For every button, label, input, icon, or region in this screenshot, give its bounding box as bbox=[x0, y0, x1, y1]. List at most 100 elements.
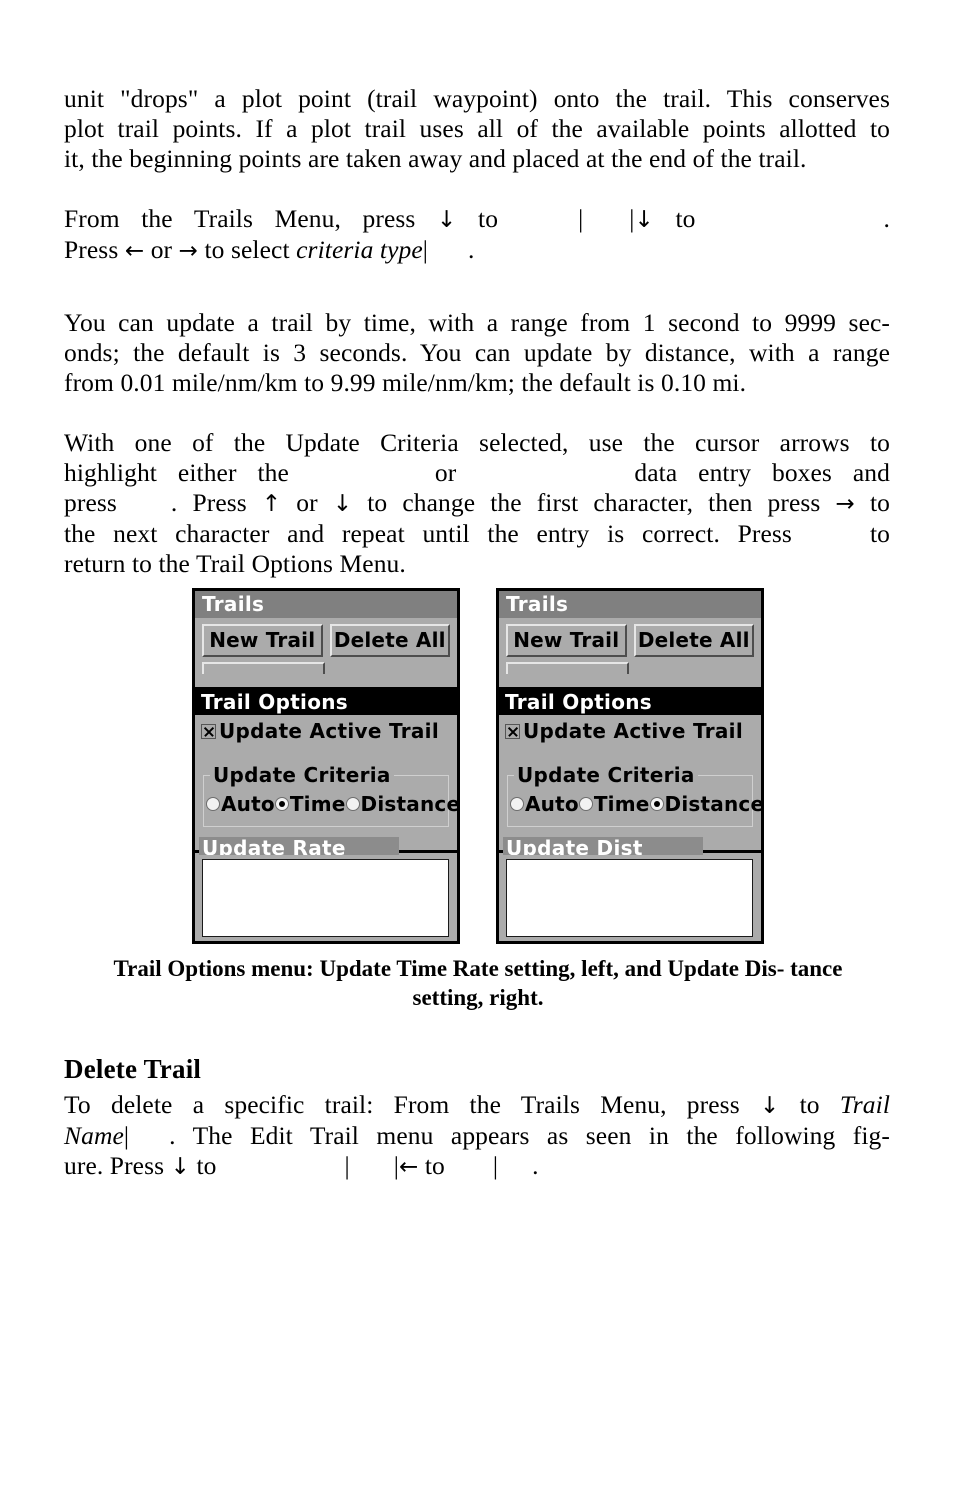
update-criteria-group: Update Criteria Auto Time Distance bbox=[203, 763, 457, 827]
paragraph-line: highlight either the or data entry boxes a… bbox=[64, 458, 890, 488]
text-fragment: to bbox=[799, 1090, 820, 1119]
text-fragment: to bbox=[424, 1151, 445, 1180]
partial-button[interactable] bbox=[506, 662, 629, 674]
paragraph-line: it, the beginning points are taken away … bbox=[64, 144, 807, 173]
update-criteria-legend: Update Criteria bbox=[514, 763, 698, 787]
section-heading-delete-trail: Delete Trail bbox=[64, 1054, 202, 1084]
text-fragment: to change the first character, then pres… bbox=[367, 488, 821, 517]
text-fragment: To delete a specific trail: From the Tra… bbox=[64, 1090, 740, 1119]
radio-icon[interactable] bbox=[578, 797, 593, 811]
text-fragment: . bbox=[883, 204, 890, 233]
text-fragment: . bbox=[532, 1151, 539, 1180]
radio-icon-selected[interactable] bbox=[274, 797, 289, 811]
update-active-trail-label: Update Active Trail bbox=[523, 719, 743, 743]
partial-button-blank bbox=[332, 662, 451, 674]
partial-button[interactable] bbox=[202, 662, 325, 674]
text-fragment: . bbox=[468, 235, 475, 264]
down-arrow-icon: ↓ bbox=[759, 1093, 780, 1119]
paragraph-line: from 0.01 mile/nm/km to 9.99 mile/nm/km;… bbox=[64, 368, 747, 397]
paragraph-line: plot trail points. If a plot trail uses … bbox=[64, 114, 890, 143]
pipe-separator: | bbox=[123, 1121, 130, 1150]
text-fragment: highlight either the bbox=[64, 458, 289, 487]
radio-option-auto[interactable]: Auto bbox=[510, 792, 579, 816]
paragraph-delete-trail-steps-wrap: To delete a specific trail: From the Tra… bbox=[64, 1090, 890, 1182]
subpanel-title-bar: Trail Options bbox=[195, 689, 457, 715]
radio-option-auto[interactable]: Auto bbox=[206, 792, 275, 816]
text-fragment: . The Edit Trail menu appears as seen in… bbox=[169, 1121, 890, 1150]
text-fragment: or bbox=[434, 458, 457, 487]
paragraph-line: press . Press ↑ or ↓ to change the first … bbox=[64, 488, 890, 519]
paragraph-line: onds; the default is 3 seconds. You can … bbox=[64, 338, 890, 367]
caption-line: Trail Options menu: Update Time Rate set… bbox=[113, 956, 785, 981]
paragraph-line: From the Trails Menu, press ↓ to | |↓ to. bbox=[64, 204, 890, 235]
page-text-content: unit "drops" a plot point (trail waypoin… bbox=[64, 84, 890, 579]
pipe-separator: | bbox=[578, 204, 584, 233]
new-trail-button[interactable]: New Trail bbox=[202, 624, 323, 657]
trail-options-subpanel: Trail Options Update Active Trail Update… bbox=[195, 687, 457, 889]
update-active-trail-row[interactable]: Update Active Trail bbox=[499, 715, 761, 743]
device-titlebar: Trails bbox=[195, 591, 457, 618]
device-button-row-partial bbox=[499, 657, 761, 674]
device-titlebar: Trails bbox=[499, 591, 761, 618]
paragraph-delete-trail-steps: To delete a specific trail: From the Tra… bbox=[64, 1090, 890, 1182]
paragraph-criteria-entry: With one of the Update Criteria selected… bbox=[64, 428, 890, 579]
up-arrow-icon: ↑ bbox=[261, 491, 282, 517]
paragraph-line: the next character and repeat until the … bbox=[64, 519, 890, 549]
checkbox-x-icon[interactable] bbox=[505, 723, 520, 739]
figure-caption: Trail Options menu: Update Time Rate set… bbox=[84, 954, 872, 1012]
radio-option-distance[interactable]: Distance bbox=[345, 792, 460, 816]
text-fragment: to bbox=[196, 1151, 217, 1180]
paragraph-line: You can update a trail by time, with a r… bbox=[64, 308, 890, 337]
text-fragment: From the Trails Menu, press bbox=[64, 204, 416, 233]
subpanel-title-bar: Trail Options bbox=[499, 689, 761, 715]
radio-icon-selected[interactable] bbox=[649, 797, 664, 811]
update-criteria-radio-row: Auto Time Distance bbox=[206, 792, 457, 816]
text-fragment: or bbox=[296, 488, 318, 517]
radio-icon[interactable] bbox=[345, 797, 360, 811]
down-arrow-icon: ↓ bbox=[332, 491, 353, 517]
paragraph-plot-points: unit "drops" a plot point (trail waypoin… bbox=[64, 84, 890, 174]
radio-label: Time bbox=[593, 792, 650, 816]
radio-option-time[interactable]: Time bbox=[274, 792, 346, 816]
down-arrow-icon: ↓ bbox=[170, 1154, 191, 1180]
paragraph-line: With one of the Update Criteria selected… bbox=[64, 428, 890, 457]
device-bottom-white-box bbox=[202, 859, 449, 937]
paragraph-line: Press ← or → to select criteria type|. bbox=[64, 235, 890, 266]
text-fragment: to bbox=[869, 488, 890, 517]
update-criteria-group: Update Criteria Auto Time Distance bbox=[507, 763, 761, 827]
paragraph-trails-menu-nav: From the Trails Menu, press ↓ to | |↓ to. … bbox=[64, 204, 890, 266]
new-trail-button[interactable]: New Trail bbox=[506, 624, 627, 657]
text-fragment: press bbox=[64, 488, 117, 517]
radio-label: Distance bbox=[664, 792, 764, 816]
radio-icon[interactable] bbox=[510, 797, 524, 811]
text-fragment: data entry boxes and bbox=[634, 458, 890, 487]
radio-label: Auto bbox=[221, 792, 275, 816]
device-bottom-area bbox=[195, 855, 457, 941]
checkbox-x-icon[interactable] bbox=[201, 723, 216, 739]
update-active-trail-row[interactable]: Update Active Trail bbox=[195, 715, 457, 743]
delete-all-button[interactable]: Delete All bbox=[329, 624, 450, 657]
radio-label: Distance bbox=[360, 792, 460, 816]
device-screen-left: Trails New Trail Delete All Trail Option… bbox=[192, 588, 460, 944]
device-button-row: New Trail Delete All bbox=[195, 618, 457, 657]
delete-all-button[interactable]: Delete All bbox=[633, 624, 754, 657]
manual-page: unit "drops" a plot point (trail waypoin… bbox=[0, 0, 954, 1487]
text-fragment: . Press bbox=[170, 488, 247, 517]
device-button-row-partial bbox=[195, 657, 457, 674]
pipe-separator: | bbox=[422, 235, 428, 264]
text-fragment: or bbox=[150, 235, 173, 264]
text-fragment: ure. Press bbox=[64, 1151, 165, 1180]
radio-label: Time bbox=[289, 792, 346, 816]
radio-option-time[interactable]: Time bbox=[578, 792, 650, 816]
right-arrow-icon: → bbox=[835, 491, 855, 517]
emphasis-name: Name bbox=[64, 1121, 124, 1150]
radio-option-distance[interactable]: Distance bbox=[649, 792, 764, 816]
text-fragment: to bbox=[478, 204, 499, 233]
radio-icon[interactable] bbox=[206, 797, 220, 811]
update-criteria-legend: Update Criteria bbox=[210, 763, 394, 787]
text-fragment: to bbox=[869, 519, 890, 548]
figure-trail-options-screens: Trails New Trail Delete All Trail Option… bbox=[0, 588, 954, 948]
down-arrow-icon: ↓ bbox=[634, 207, 654, 233]
pipe-separator: | bbox=[344, 1151, 350, 1180]
emphasis-criteria-type: criteria type bbox=[296, 235, 423, 264]
